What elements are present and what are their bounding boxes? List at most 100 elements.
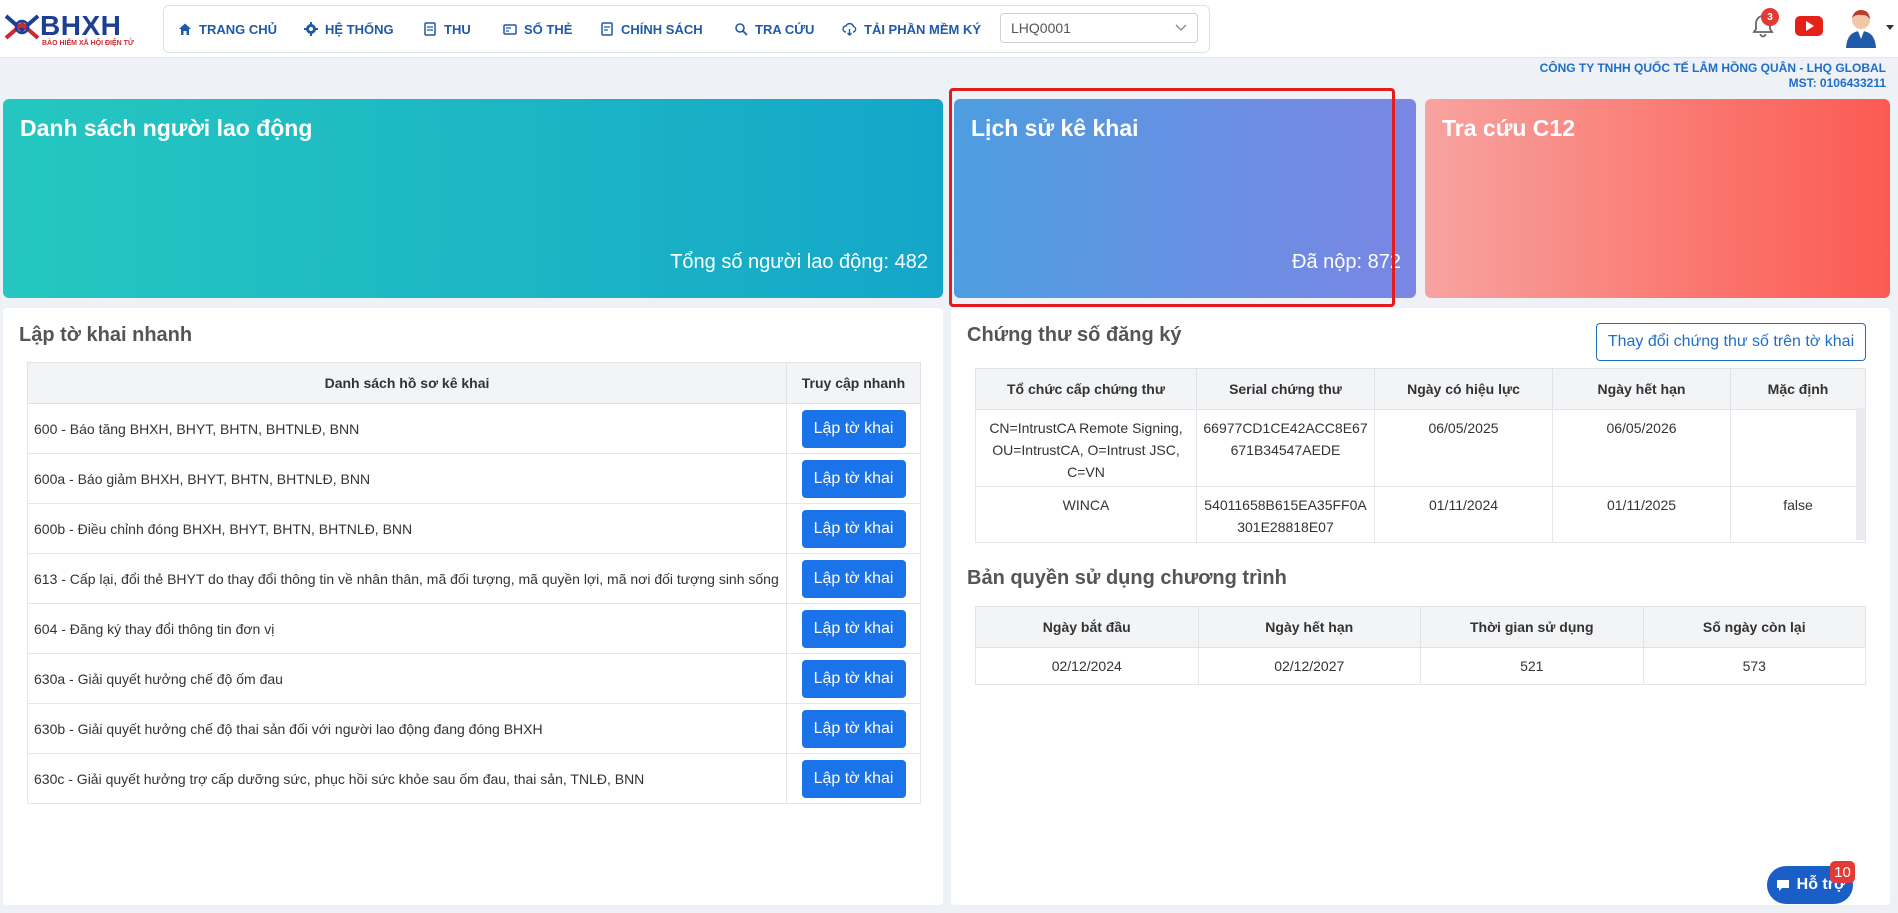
cert-issuer: CN=IntrustCA Remote Signing, OU=IntrustC…	[975, 409, 1197, 487]
card-value: Tổng số người lao động: 482	[670, 251, 928, 273]
scrollbar[interactable]	[1856, 408, 1865, 540]
nav-label: TRA CỨU	[755, 21, 815, 37]
column-header: Mặc định	[1730, 368, 1866, 410]
form-name: 600 - Báo tăng BHXH, BHYT, BHTN, BHTNLĐ,…	[27, 403, 787, 454]
card-declaration-history[interactable]: Lịch sử kê khai Đã nộp: 872	[954, 99, 1416, 298]
form-name: 613 - Cấp lại, đổi thẻ BHYT do thay đổi …	[27, 553, 787, 604]
panel-title: Lập tờ khai nhanh	[19, 324, 193, 346]
form-name: 630c - Giải quyết hưởng trợ cấp dưỡng sứ…	[27, 753, 787, 804]
cert-valid-from: 06/05/2025	[1374, 409, 1553, 487]
column-header: Thời gian sử dụng	[1420, 606, 1644, 648]
table-row: 630c - Giải quyết hưởng trợ cấp dưỡng sứ…	[27, 753, 921, 804]
avatar[interactable]	[1844, 8, 1878, 48]
cert-serial: 54011658B615EA35FF0A301E28818E07	[1196, 486, 1375, 543]
nav-tai-phan-mem-ky[interactable]: TẢI PHẦN MỀM KÝ	[842, 6, 981, 52]
company-tax-code: MST: 0106433211	[1788, 76, 1886, 90]
table-row[interactable]: CN=IntrustCA Remote Signing, OU=IntrustC…	[975, 409, 1866, 487]
table-row: 600 - Báo tăng BHXH, BHYT, BHTN, BHTNLĐ,…	[27, 403, 921, 454]
column-header: Ngày bắt đầu	[975, 606, 1199, 648]
create-declaration-button[interactable]: Lập tờ khai	[801, 459, 906, 498]
caret-down-icon[interactable]	[1886, 25, 1894, 30]
nav-label: SỔ THẺ	[524, 21, 573, 37]
table-row: 600a - Báo giảm BHXH, BHYT, BHTN, BHTNLĐ…	[27, 453, 921, 504]
column-header: Ngày hết hạn	[1552, 368, 1731, 410]
bhxh-logo[interactable]: BHXH BẢO HIỂM XÃ HỘI ĐIỆN TỬ	[2, 6, 142, 50]
panel-title: Bản quyền sử dụng chương trình	[967, 567, 1287, 589]
cert-valid-to: 01/11/2025	[1552, 486, 1731, 543]
table-row: 600b - Điều chỉnh đóng BHXH, BHYT, BHTN,…	[27, 503, 921, 554]
quick-declaration-panel: Lập tờ khai nhanh Danh sách hồ sơ kê kha…	[3, 308, 943, 905]
nav-tra-cuu[interactable]: TRA CỨU	[734, 6, 814, 52]
card-title: Danh sách người lao động	[20, 115, 313, 141]
card-title: Tra cứu C12	[1442, 115, 1575, 141]
cert-default	[1730, 409, 1866, 487]
cert-issuer: WINCA	[975, 486, 1197, 543]
column-header: Ngày có hiệu lực	[1374, 368, 1553, 410]
license-table: Ngày bắt đầu Ngày hết hạn Thời gian sử d…	[975, 606, 1866, 685]
license-end-date: 02/12/2027	[1197, 647, 1421, 685]
panel-title: Chứng thư số đăng ký	[967, 324, 1182, 346]
license-start-date: 02/12/2024	[975, 647, 1199, 685]
create-declaration-button[interactable]: Lập tờ khai	[801, 559, 906, 598]
create-declaration-button[interactable]: Lập tờ khai	[801, 609, 906, 648]
nav-he-thong[interactable]: HỆ THỐNG	[304, 6, 394, 52]
gear-icon	[304, 22, 318, 36]
table-row[interactable]: WINCA 54011658B615EA35FF0A301E28818E07 0…	[975, 486, 1866, 543]
nav-thu[interactable]: THU	[423, 6, 471, 52]
nav-chinh-sach[interactable]: CHÍNH SÁCH	[600, 6, 703, 52]
nav-trang-chu[interactable]: TRANG CHỦ	[178, 6, 277, 52]
bhxh-emblem-icon	[4, 14, 40, 40]
create-declaration-button[interactable]: Lập tờ khai	[801, 409, 906, 448]
form-name: 600a - Báo giảm BHXH, BHYT, BHTN, BHTNLĐ…	[27, 453, 787, 504]
company-info: CÔNG TY TNHH QUỐC TẾ LÂM HỒNG QUÂN - LHQ…	[1540, 61, 1886, 91]
create-declaration-button[interactable]: Lập tờ khai	[801, 759, 906, 798]
declaration-table: Danh sách hồ sơ kê khai Truy cập nhanh 6…	[27, 362, 921, 804]
main-nav: TRANG CHỦ HỆ THỐNG THU SỔ THẺ CHÍNH SÁCH…	[163, 5, 1210, 53]
certificates-panel: Chứng thư số đăng ký Thay đổi chứng thư …	[951, 308, 1890, 905]
chevron-down-icon	[1175, 24, 1187, 31]
change-certificate-button[interactable]: Thay đổi chứng thư số trên tờ khai	[1596, 323, 1866, 361]
create-declaration-button[interactable]: Lập tờ khai	[801, 509, 906, 548]
top-bar: BHXH BẢO HIỂM XÃ HỘI ĐIỆN TỬ TRANG CHỦ H…	[0, 0, 1898, 58]
cert-default: false	[1730, 486, 1866, 543]
card-employee-list[interactable]: Danh sách người lao động Tổng số người l…	[3, 99, 943, 298]
unit-code-select[interactable]: LHQ0001	[1000, 13, 1198, 43]
column-header: Danh sách hồ sơ kê khai	[27, 362, 787, 404]
card-icon	[503, 24, 517, 35]
cert-valid-from: 01/11/2024	[1374, 486, 1553, 543]
table-row: 604 - Đăng ký thay đổi thông tin đơn vị L…	[27, 603, 921, 654]
youtube-icon[interactable]	[1795, 16, 1823, 36]
table-header-row: Ngày bắt đầu Ngày hết hạn Thời gian sử d…	[975, 606, 1866, 648]
form-name: 630b - Giải quyết hưởng chế độ thai sản …	[27, 703, 787, 754]
table-header-row: Danh sách hồ sơ kê khai Truy cập nhanh	[27, 362, 921, 404]
cloud-download-icon	[842, 22, 857, 36]
card-title: Lịch sử kê khai	[971, 115, 1139, 141]
cert-valid-to: 06/05/2026	[1552, 409, 1731, 487]
column-header: Số ngày còn lại	[1642, 606, 1866, 648]
nav-label: CHÍNH SÁCH	[621, 21, 703, 37]
form-name: 604 - Đăng ký thay đổi thông tin đơn vị	[27, 603, 787, 654]
column-header: Truy cập nhanh	[786, 362, 921, 404]
table-row: 613 - Cấp lại, đổi thẻ BHYT do thay đổi …	[27, 553, 921, 604]
table-row: 630b - Giải quyết hưởng chế độ thai sản …	[27, 703, 921, 754]
card-c12-lookup[interactable]: Tra cứu C12	[1425, 99, 1890, 298]
chat-icon	[1776, 880, 1789, 891]
certificate-table: Tổ chức cấp chứng thư Serial chứng thư N…	[975, 368, 1866, 543]
card-value: Đã nộp: 872	[1292, 251, 1401, 273]
table-row: 02/12/2024 02/12/2027 521 573	[975, 647, 1866, 685]
nav-label: TẢI PHẦN MỀM KÝ	[864, 21, 981, 37]
company-name: CÔNG TY TNHH QUỐC TẾ LÂM HỒNG QUÂN - LHQ…	[1539, 61, 1886, 75]
create-declaration-button[interactable]: Lập tờ khai	[801, 659, 906, 698]
notification-badge: 3	[1761, 8, 1779, 26]
column-header: Ngày hết hạn	[1197, 606, 1421, 648]
support-badge: 10	[1830, 861, 1855, 883]
search-icon	[735, 23, 748, 36]
license-days-remaining: 573	[1642, 647, 1866, 685]
create-declaration-button[interactable]: Lập tờ khai	[801, 709, 906, 748]
logo-text: BHXH	[40, 10, 122, 41]
nav-label: TRANG CHỦ	[199, 21, 277, 37]
nav-so-the[interactable]: SỔ THẺ	[503, 6, 572, 52]
form-name: 600b - Điều chỉnh đóng BHXH, BHYT, BHTN,…	[27, 503, 787, 554]
logo-subtitle: BẢO HIỂM XÃ HỘI ĐIỆN TỬ	[42, 40, 134, 47]
document-icon	[424, 22, 436, 36]
